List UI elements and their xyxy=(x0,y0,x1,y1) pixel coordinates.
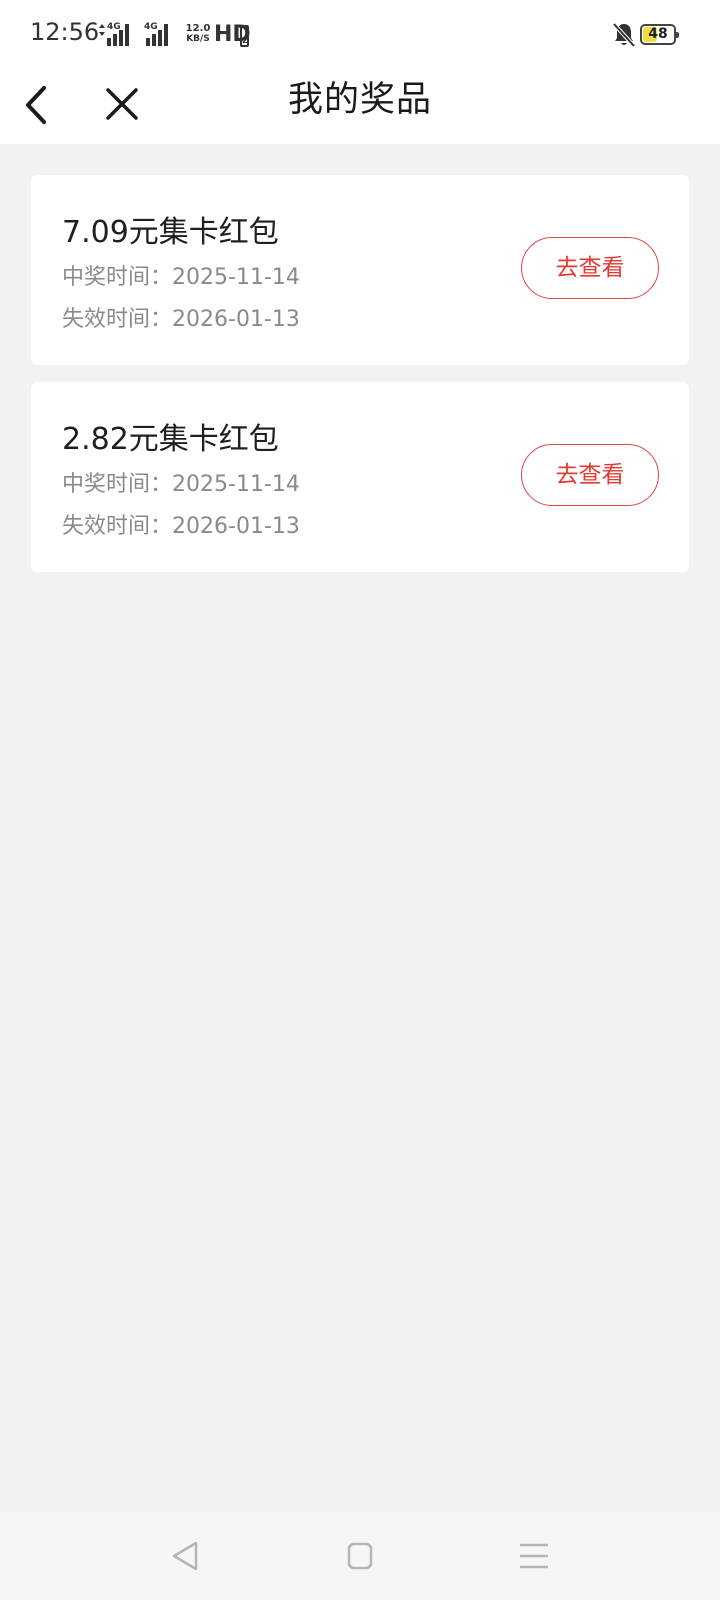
page-title: 我的奖品 xyxy=(287,80,432,120)
signal-2-icon: 4G xyxy=(144,22,176,46)
data-arrows-icon xyxy=(99,24,105,36)
win-time-label: 中奖时间： xyxy=(62,472,173,497)
expire-time-value: 2026-01-13 xyxy=(172,307,300,332)
menu-lines-icon xyxy=(520,1543,548,1569)
expire-time-label: 失效时间： xyxy=(62,514,173,539)
win-time-value: 2025-11-14 xyxy=(172,472,300,497)
expire-time-row: 失效时间：2026-01-13 xyxy=(62,508,300,540)
nav-header: 我的奖品 xyxy=(0,72,720,144)
prize-card: 7.09元集卡红包 中奖时间：2025-11-14 失效时间：2026-01-1… xyxy=(31,175,689,365)
view-prize-button[interactable]: 去查看 xyxy=(521,444,659,506)
battery-level: 48 xyxy=(648,26,668,42)
win-time-value: 2025-11-14 xyxy=(172,265,300,290)
square-home-icon xyxy=(347,1542,373,1570)
system-home-button[interactable] xyxy=(340,1538,380,1574)
win-time-row: 中奖时间：2025-11-14 xyxy=(62,466,300,498)
system-nav-bar xyxy=(0,1512,720,1600)
speed-value: 12.0 xyxy=(185,23,211,34)
status-bar: 12:56 4G 4G 12.0 KB/S HD 2 48 xyxy=(0,0,720,72)
expire-time-value: 2026-01-13 xyxy=(172,514,300,539)
view-prize-button[interactable]: 去查看 xyxy=(521,237,659,299)
hd-sim-badge: 2 xyxy=(240,25,249,47)
prize-card: 2.82元集卡红包 中奖时间：2025-11-14 失效时间：2026-01-1… xyxy=(31,382,689,572)
expire-time-row: 失效时间：2026-01-13 xyxy=(62,301,300,333)
bell-off-icon xyxy=(612,22,636,48)
status-time: 12:56 xyxy=(30,18,100,46)
win-time-row: 中奖时间：2025-11-14 xyxy=(62,259,300,291)
system-back-button[interactable] xyxy=(166,1538,206,1574)
signal-1-icon: 4G xyxy=(98,22,138,46)
expire-time-label: 失效时间： xyxy=(62,307,173,332)
win-time-label: 中奖时间： xyxy=(62,265,173,290)
battery-icon: 48 xyxy=(640,24,679,45)
prize-title: 2.82元集卡红包 xyxy=(62,422,279,457)
system-menu-button[interactable] xyxy=(514,1538,554,1574)
triangle-back-icon xyxy=(172,1541,198,1571)
prize-title: 7.09元集卡红包 xyxy=(62,215,279,250)
network-speed: 12.0 KB/S xyxy=(183,23,213,45)
speed-unit: KB/S xyxy=(186,34,210,44)
